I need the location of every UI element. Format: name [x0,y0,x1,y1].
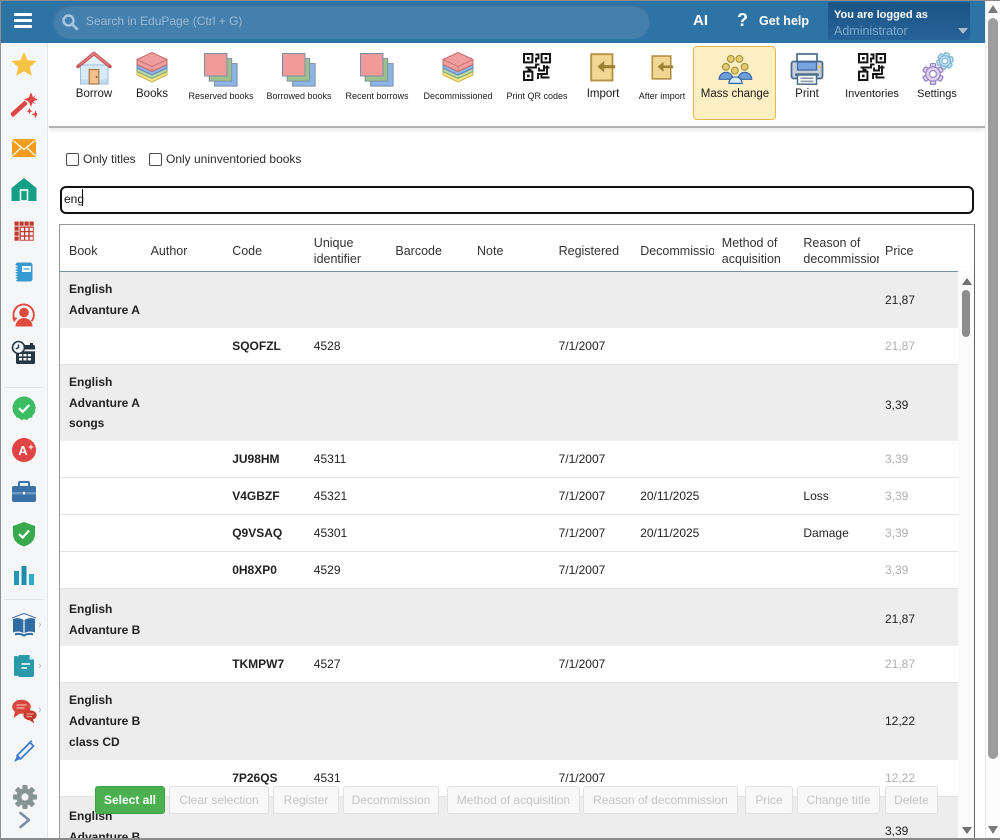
svg-text:+: + [28,442,33,452]
svg-text:A: A [18,443,28,458]
